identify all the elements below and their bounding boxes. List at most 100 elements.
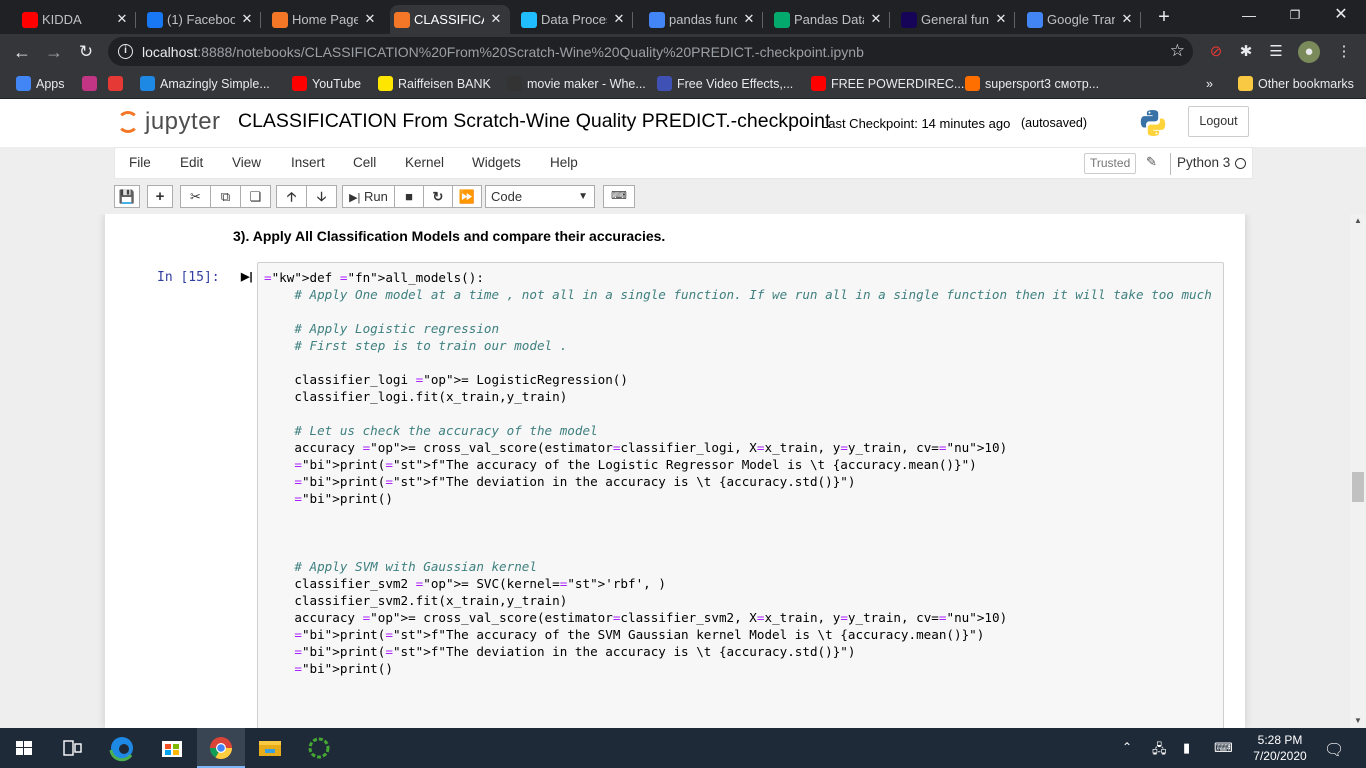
other-bookmarks[interactable]: Other bookmarks [1238, 75, 1354, 93]
paste-icon[interactable]: ❏ [240, 185, 271, 208]
menu-cell[interactable]: Cell [353, 155, 376, 170]
command-palette-icon[interactable]: ⌨ [603, 185, 635, 208]
notifications-icon[interactable]: 🗨 [1324, 740, 1344, 760]
bookmark-star-icon[interactable]: ☆ [1170, 41, 1185, 61]
file-explorer-icon[interactable] [246, 728, 294, 768]
bookmark-item[interactable]: Raiffeisen BANK [378, 75, 491, 93]
jupyter-logo[interactable]: jupyter [117, 105, 221, 139]
run-button[interactable]: ▶| Run [342, 185, 395, 208]
move-up-icon[interactable]: 🡡 [276, 185, 307, 208]
browser-tab[interactable]: CLASSIFICATION ✕ [390, 5, 510, 34]
edge-icon[interactable] [98, 728, 146, 768]
menu-widgets[interactable]: Widgets [472, 155, 521, 170]
address-bar[interactable]: i localhost:8888/notebooks/CLASSIFICATIO… [108, 37, 1193, 66]
close-tab-icon[interactable]: ✕ [741, 11, 757, 27]
chrome-taskbar-icon[interactable] [197, 728, 245, 768]
insert-cell-button[interactable]: + [147, 185, 173, 208]
restart-icon[interactable]: ↻ [423, 185, 453, 208]
pencil-icon[interactable]: ✎ [1146, 154, 1157, 170]
scroll-up-icon[interactable]: ▲ [1350, 214, 1366, 228]
site-info-icon[interactable]: i [118, 44, 133, 59]
logout-button[interactable]: Logout [1188, 106, 1249, 137]
blocker-extension-icon[interactable]: ⊘ [1205, 41, 1227, 63]
profile-avatar-icon[interactable]: ● [1298, 41, 1320, 63]
anaconda-icon[interactable] [295, 728, 343, 768]
network-icon[interactable]: 🖧 [1152, 740, 1167, 762]
menu-help[interactable]: Help [550, 155, 578, 170]
restore-button[interactable]: ❐ [1272, 0, 1318, 30]
bookmark-item[interactable] [108, 75, 128, 93]
cell-type-select[interactable]: Code ▼ [485, 185, 595, 208]
browser-tab[interactable]: KIDDA ✕ [18, 5, 136, 34]
move-down-icon[interactable]: 🡣 [306, 185, 337, 208]
browser-tab[interactable]: pandas func ✕ [645, 5, 763, 34]
forward-arrow-icon[interactable]: → [42, 40, 66, 64]
copy-icon[interactable]: ⧉ [210, 185, 241, 208]
close-tab-icon[interactable]: ✕ [611, 11, 627, 27]
pydata-icon [901, 12, 917, 28]
keyboard-icon[interactable]: ⌨ [1214, 740, 1233, 756]
close-tab-icon[interactable]: ✕ [362, 11, 378, 27]
show-hidden-icons-icon[interactable]: ⌃ [1122, 740, 1132, 754]
close-tab-icon[interactable]: ✕ [114, 11, 130, 27]
notebook-title[interactable]: CLASSIFICATION From Scratch-Wine Quality… [238, 110, 830, 133]
save-icon[interactable]: 💾 [114, 185, 140, 208]
taskbar-clock[interactable]: 5:28 PM 7/20/2020 [1250, 732, 1310, 764]
menu-file[interactable]: File [129, 155, 151, 170]
browser-tab[interactable]: Home Page ✕ [268, 5, 384, 34]
menu-edit[interactable]: Edit [180, 155, 203, 170]
code-editor[interactable]: ="kw">def ="fn">all_models(): # Apply On… [264, 269, 1212, 677]
browser-menu-icon[interactable]: ⋮ [1333, 41, 1355, 63]
anaconda-glyph [308, 737, 330, 759]
interrupt-icon[interactable]: ■ [394, 185, 424, 208]
bookmark-item[interactable]: Apps [16, 75, 65, 93]
scrollbar-thumb[interactable] [1352, 472, 1364, 502]
browser-tab[interactable]: (1) Facebook ✕ [143, 5, 261, 34]
code-line: ​ [264, 524, 1212, 541]
media-queue-icon[interactable]: ☰ [1265, 41, 1287, 63]
close-tab-icon[interactable]: ✕ [239, 11, 255, 27]
bookmark-item[interactable]: FREE POWERDIREC... [811, 75, 964, 93]
minimize-button[interactable]: — [1226, 0, 1272, 30]
trusted-indicator[interactable]: Trusted [1084, 153, 1137, 174]
windows-start-icon[interactable] [0, 728, 48, 768]
browser-tab[interactable]: General func ✕ [897, 5, 1015, 34]
url-text: localhost:8888/notebooks/CLASSIFICATION%… [142, 44, 864, 60]
cut-icon[interactable]: ✂ [180, 185, 211, 208]
new-tab-button[interactable]: + [1153, 6, 1175, 28]
code-cell-input[interactable]: ="kw">def ="fn">all_models(): # Apply On… [257, 262, 1224, 728]
browser-tab[interactable]: Pandas Data ✕ [770, 5, 890, 34]
close-window-button[interactable]: ✕ [1318, 0, 1364, 30]
back-arrow-icon[interactable]: ← [10, 40, 34, 64]
extensions-puzzle-icon[interactable]: ✱ [1235, 41, 1257, 63]
menu-view[interactable]: View [232, 155, 261, 170]
bookmark-label: Raiffeisen BANK [398, 77, 491, 91]
close-tab-icon[interactable]: ✕ [1119, 11, 1135, 27]
other-bookmarks-label: Other bookmarks [1258, 77, 1354, 91]
restart-run-all-icon[interactable]: ⏩ [452, 185, 482, 208]
bookmark-item[interactable] [82, 75, 102, 93]
menu-kernel[interactable]: Kernel [405, 155, 444, 170]
co-icon [965, 76, 980, 91]
notebook-container: 3). Apply All Classification Models and … [105, 214, 1245, 728]
close-tab-icon[interactable]: ✕ [488, 11, 504, 27]
bookmark-item[interactable]: Amazingly Simple... [140, 75, 270, 93]
bookmark-item[interactable]: YouTube [292, 75, 361, 93]
reload-icon[interactable]: ↻ [74, 40, 98, 64]
more-bookmarks-icon[interactable]: » [1198, 75, 1213, 93]
close-tab-icon[interactable]: ✕ [993, 11, 1009, 27]
browser-tab[interactable]: Data Processing ✕ [517, 5, 633, 34]
page-scrollbar[interactable]: ▲ ▼ [1350, 214, 1366, 728]
battery-icon[interactable]: ▮ [1183, 740, 1190, 756]
close-tab-icon[interactable]: ✕ [868, 11, 884, 27]
bookmark-item[interactable]: supersport3 смотр... [965, 75, 1099, 93]
browser-tab[interactable]: Google Translate ✕ [1023, 5, 1141, 34]
cell-type-value: Code [491, 189, 523, 204]
menu-insert[interactable]: Insert [291, 155, 325, 170]
task-view-icon[interactable] [48, 728, 96, 768]
bookmark-item[interactable]: movie maker - Whe... [507, 75, 646, 93]
scroll-down-icon[interactable]: ▼ [1350, 714, 1366, 728]
bookmark-item[interactable]: Free Video Effects,... [657, 75, 793, 93]
store-icon[interactable] [148, 728, 196, 768]
run-cell-icon[interactable]: ▶| [241, 270, 253, 283]
